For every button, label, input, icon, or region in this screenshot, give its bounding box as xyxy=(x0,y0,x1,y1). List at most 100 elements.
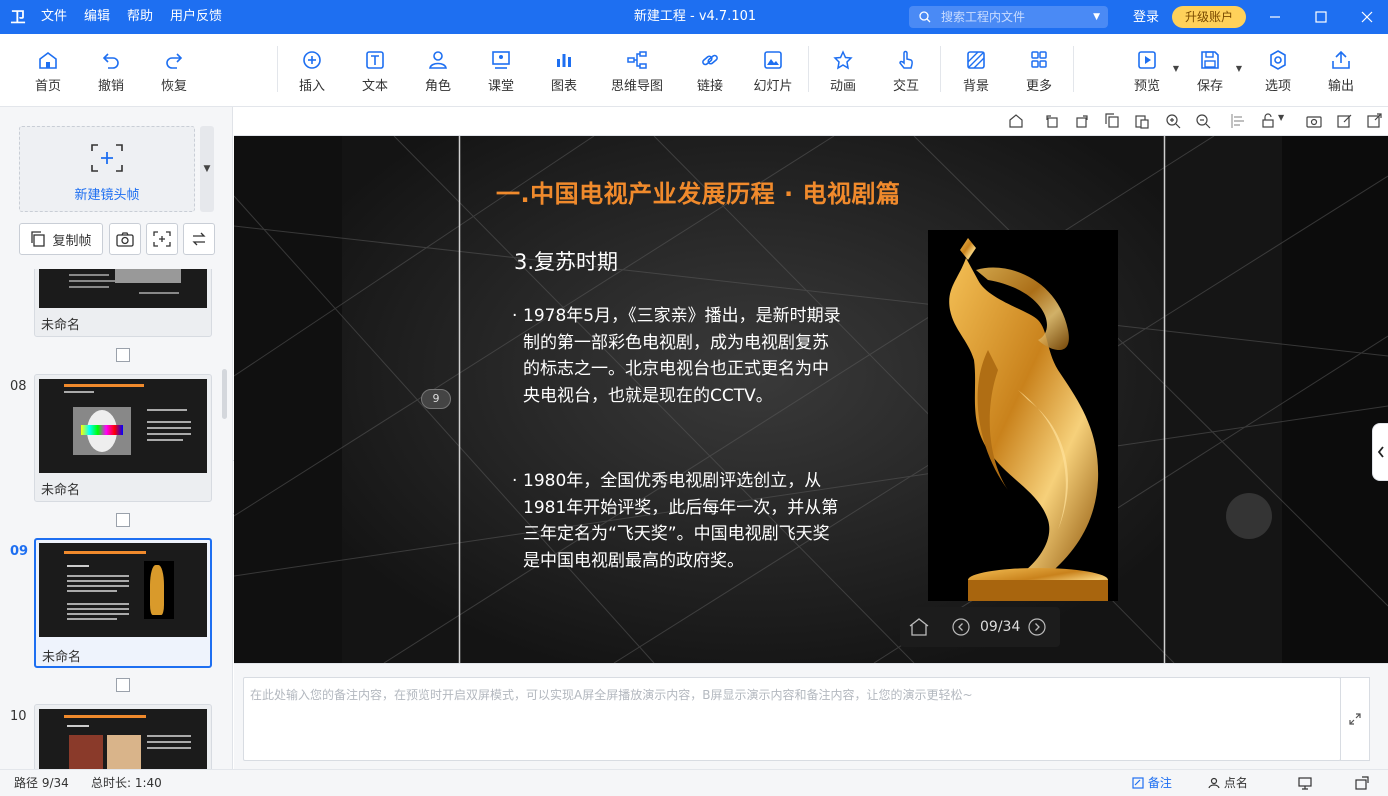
toolbar-home-button[interactable]: 首页 xyxy=(18,48,78,98)
bar-chart-icon xyxy=(557,54,571,67)
rollcall-label: 点名 xyxy=(1223,776,1248,790)
chevron-down-icon[interactable]: ▼ xyxy=(1173,64,1179,73)
slide-pager: 09/34 xyxy=(900,607,1060,647)
login-link[interactable]: 登录 xyxy=(1133,0,1159,36)
screen-icon[interactable] xyxy=(1298,776,1312,790)
menu-edit[interactable]: 编辑 xyxy=(84,0,110,34)
chevron-down-icon[interactable]: ▼ xyxy=(1278,113,1284,122)
new-frame-label: 新建镜头帧 xyxy=(74,188,140,203)
notes-toggle[interactable]: 备注 xyxy=(1132,770,1172,796)
export-frame-icon[interactable] xyxy=(1366,113,1382,129)
zoom-in-icon[interactable] xyxy=(1165,113,1181,129)
slide-number: 09 xyxy=(10,544,29,559)
menu-feedback[interactable]: 用户反馈 xyxy=(170,0,222,34)
toolbar-animation-button[interactable]: 动画 xyxy=(813,48,873,98)
toolbar-options-button[interactable]: 选项 xyxy=(1248,48,1308,98)
transition-icon[interactable] xyxy=(116,348,130,362)
slide-thumbnail xyxy=(39,379,207,473)
export-icon xyxy=(1332,50,1350,69)
home-icon xyxy=(39,52,57,69)
floating-control-button[interactable] xyxy=(1226,493,1272,539)
mindmap-icon xyxy=(627,51,647,69)
upgrade-button[interactable]: 升级账户 xyxy=(1172,6,1246,28)
feitian-award-photo xyxy=(928,230,1118,601)
toolbar-role-button[interactable]: 角色 xyxy=(408,48,468,98)
toolbar-divider xyxy=(808,46,809,92)
rotate-left-icon[interactable] xyxy=(1044,113,1060,129)
copy-icon[interactable] xyxy=(1104,113,1120,129)
expand-notes-button[interactable] xyxy=(1340,677,1370,761)
toolbar-more-button[interactable]: 更多 xyxy=(1009,48,1069,98)
fit-frame-button[interactable] xyxy=(146,223,178,255)
transition-icon[interactable] xyxy=(116,513,130,527)
chevron-left-icon xyxy=(1377,446,1384,458)
notes-input[interactable]: 在此处输入您的备注内容，在预览时开启双屏模式，可以实现A屏全屏播放演示内容，B屏… xyxy=(243,677,1341,761)
transition-icon[interactable] xyxy=(116,678,130,692)
notes-toggle-label: 备注 xyxy=(1147,776,1172,790)
menu-help[interactable]: 帮助 xyxy=(127,0,153,34)
toolbar-preview-button[interactable]: 预览 ▼ xyxy=(1117,48,1179,98)
copy-icon xyxy=(31,231,46,247)
minimize-icon xyxy=(1270,16,1280,18)
slide-paragraph-2: · 1980年，全国优秀电视剧评选创立，从1981年开始评奖，此后每年一次，并从… xyxy=(512,468,844,574)
chevron-down-icon[interactable]: ▼ xyxy=(1093,6,1100,28)
person-icon xyxy=(1208,777,1220,789)
align-icon[interactable] xyxy=(1230,113,1246,129)
close-button[interactable] xyxy=(1344,0,1388,34)
frame-badge[interactable]: 9 xyxy=(421,389,451,409)
expand-right-panel-button[interactable] xyxy=(1372,423,1388,481)
camera-icon[interactable] xyxy=(1306,113,1322,129)
home-view-icon[interactable] xyxy=(1008,113,1024,129)
next-slide-icon[interactable] xyxy=(1028,618,1046,636)
snapshot-button[interactable] xyxy=(109,223,141,255)
slide-name: 未命名 xyxy=(42,650,82,665)
slide-card-07[interactable]: 未命名 xyxy=(34,269,212,337)
save-icon xyxy=(1201,51,1219,69)
slide-stage[interactable]: 一.中国电视产业发展历程 · 电视剧篇 3.复苏时期 · 1978年5月，《三家… xyxy=(234,136,1388,663)
switch-frame-button[interactable] xyxy=(183,223,215,255)
toolbar-classroom-button[interactable]: 课堂 xyxy=(471,48,531,98)
zoom-out-icon[interactable] xyxy=(1195,113,1211,129)
copy-frame-button[interactable]: 复制帧 xyxy=(19,223,103,255)
new-frame-button[interactable]: 新建镜头帧 xyxy=(19,126,195,212)
notes-icon xyxy=(1132,777,1144,789)
edit-icon[interactable] xyxy=(1336,113,1352,129)
close-icon xyxy=(1361,11,1373,23)
lock-icon[interactable] xyxy=(1260,113,1276,129)
slide-list-scrollbar[interactable] xyxy=(222,369,227,419)
toolbar-background-button[interactable]: 背景 xyxy=(946,48,1006,98)
paste-icon[interactable] xyxy=(1134,113,1150,129)
toolbar-divider xyxy=(277,46,278,92)
toolbar-mindmap-button[interactable]: 思维导图 xyxy=(607,48,667,98)
rollcall-button[interactable]: 点名 xyxy=(1208,770,1248,796)
menu-file[interactable]: 文件 xyxy=(41,0,67,34)
prev-slide-icon[interactable] xyxy=(952,618,970,636)
swap-icon xyxy=(192,232,206,246)
toolbar-link-button[interactable]: 链接 xyxy=(680,48,740,98)
main-toolbar: 首页 撤销 恢复 插入 文本 角色 课堂 图表 思维导图 链接 幻灯片 动画 交… xyxy=(0,34,1388,107)
maximize-button[interactable] xyxy=(1298,0,1344,34)
search-input[interactable]: 搜索工程内文件 ▼ xyxy=(909,6,1108,28)
rotate-right-icon[interactable] xyxy=(1074,113,1090,129)
toolbar-export-button[interactable]: 输出 xyxy=(1311,48,1371,98)
toolbar-insert-button[interactable]: 插入 xyxy=(282,48,342,98)
toolbar-text-button[interactable]: 文本 xyxy=(345,48,405,98)
slide-card-08[interactable]: 未命名 xyxy=(34,374,212,502)
fullscreen-icon[interactable] xyxy=(1355,776,1369,790)
toolbar-chart-button[interactable]: 图表 xyxy=(534,48,594,98)
home-icon[interactable] xyxy=(908,617,930,637)
toolbar-save-button[interactable]: 保存 ▼ xyxy=(1180,48,1242,98)
chevron-down-icon[interactable]: ▼ xyxy=(1236,64,1242,73)
toolbar-undo-button[interactable]: 撤销 xyxy=(81,48,141,98)
slide-card-10[interactable] xyxy=(34,704,212,769)
toolbar-redo-button[interactable]: 恢复 xyxy=(144,48,204,98)
minimize-button[interactable] xyxy=(1252,0,1298,34)
slide-list[interactable]: 未命名 08 未命名 09 未命名 10 xyxy=(0,269,226,769)
toolbar-link-label: 链接 xyxy=(696,79,723,94)
canvas-toolbar: ▼ xyxy=(234,107,1388,136)
slide-subtitle: 3.复苏时期 xyxy=(514,250,619,274)
slide-card-09[interactable]: 未命名 xyxy=(34,538,212,668)
toolbar-interaction-button[interactable]: 交互 xyxy=(876,48,936,98)
new-frame-dropdown[interactable]: ▼ xyxy=(200,126,214,212)
toolbar-slides-button[interactable]: 幻灯片 xyxy=(743,48,803,98)
